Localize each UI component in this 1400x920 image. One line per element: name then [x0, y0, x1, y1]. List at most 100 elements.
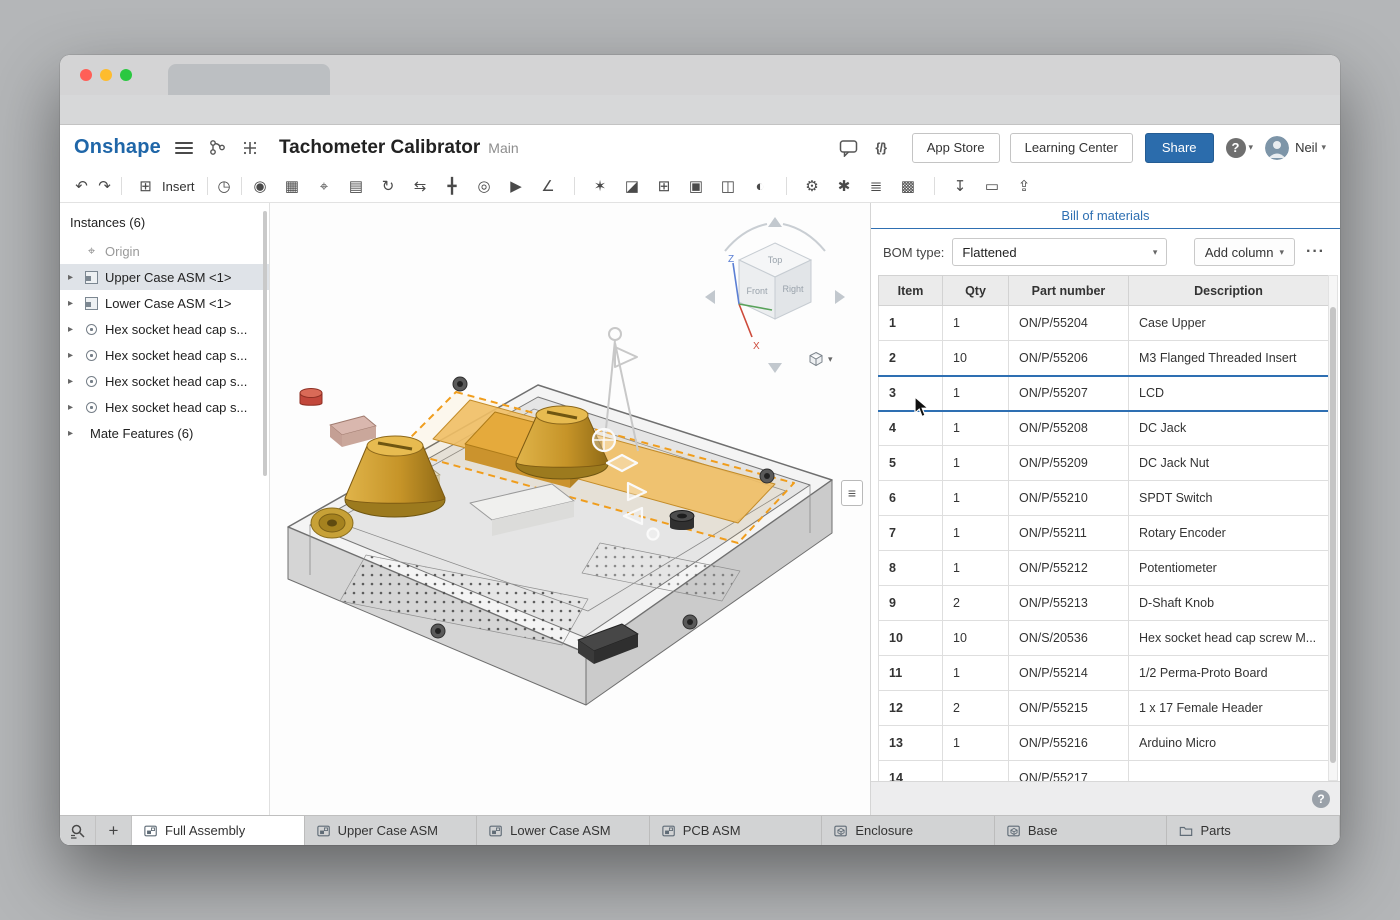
publish-icon[interactable]: ⇪: [1013, 179, 1036, 194]
tab-parts[interactable]: Parts: [1167, 816, 1340, 845]
bom-cell-qty[interactable]: 1: [943, 726, 1009, 761]
bom-cell-qty[interactable]: 10: [943, 621, 1009, 656]
add-tab-button[interactable]: +: [96, 816, 132, 845]
tab-base[interactable]: Base: [995, 816, 1168, 845]
bom-cell-desc[interactable]: Hex socket head cap screw M...: [1129, 621, 1329, 656]
tab-pcb-asm[interactable]: PCB ASM: [650, 816, 823, 845]
bom-cell-part[interactable]: ON/P/55212: [1009, 551, 1129, 586]
custom-features-icon[interactable]: ✱: [833, 179, 856, 194]
search-tabs-button[interactable]: [60, 816, 96, 845]
named-positions-icon[interactable]: ▣: [685, 179, 708, 194]
mate-icon[interactable]: ◉: [249, 179, 272, 194]
bom-cell-desc[interactable]: 1/2 Perma-Proto Board: [1129, 656, 1329, 691]
insert-button[interactable]: ⊞ Insert: [127, 179, 202, 194]
bom-cell-item[interactable]: 5: [879, 446, 943, 481]
tab-enclosure[interactable]: Enclosure: [822, 816, 995, 845]
bom-cell-item[interactable]: 10: [879, 621, 943, 656]
bom-cell-item[interactable]: 9: [879, 586, 943, 621]
bom-cell-desc[interactable]: [1129, 761, 1329, 782]
bom-cell-desc[interactable]: Case Upper: [1129, 306, 1329, 341]
arrange-icon[interactable]: ▩: [897, 179, 920, 194]
bom-cell-part[interactable]: ON/P/55207: [1009, 376, 1129, 411]
tab-upper-case-asm[interactable]: Upper Case ASM: [305, 816, 478, 845]
bom-cell-qty[interactable]: [943, 761, 1009, 782]
bom-cell-part[interactable]: ON/P/55215: [1009, 691, 1129, 726]
circular-pattern-icon[interactable]: ↻: [377, 179, 400, 194]
bom-cell-qty[interactable]: 1: [943, 446, 1009, 481]
undo-icon[interactable]: ↶: [70, 179, 93, 194]
table-row[interactable]: 31ON/P/55207LCD: [879, 376, 1329, 411]
bom-cell-part[interactable]: ON/P/55209: [1009, 446, 1129, 481]
chevron-right-icon[interactable]: ▸: [68, 272, 83, 283]
bom-cell-part[interactable]: ON/P/55211: [1009, 516, 1129, 551]
bom-cell-item[interactable]: 6: [879, 481, 943, 516]
bom-cell-part[interactable]: ON/P/55214: [1009, 656, 1129, 691]
replicate-icon[interactable]: ⇆: [409, 179, 432, 194]
bom-cell-qty[interactable]: 2: [943, 586, 1009, 621]
bom-cell-qty[interactable]: 1: [943, 516, 1009, 551]
bom-cell-item[interactable]: 12: [879, 691, 943, 726]
bom-column-header[interactable]: Item: [879, 276, 943, 306]
bom-cell-qty[interactable]: 10: [943, 341, 1009, 376]
bom-cell-qty[interactable]: 1: [943, 376, 1009, 411]
drawing-icon[interactable]: ▭: [981, 179, 1004, 194]
chevron-right-icon[interactable]: ▸: [68, 324, 83, 335]
learning-center-button[interactable]: Learning Center: [1010, 133, 1133, 163]
bom-cell-part[interactable]: ON/P/55217: [1009, 761, 1129, 782]
exploded-view-icon[interactable]: ✶: [589, 179, 612, 194]
table-row[interactable]: 14ON/P/55217: [879, 761, 1329, 782]
group-icon[interactable]: ▦: [281, 179, 304, 194]
tree-item[interactable]: ▸Mate Features (6): [60, 420, 269, 446]
bom-cell-qty[interactable]: 1: [943, 656, 1009, 691]
onshape-logo[interactable]: Onshape: [74, 136, 161, 159]
bom-cell-item[interactable]: 1: [879, 306, 943, 341]
animate-icon[interactable]: ▶: [505, 179, 528, 194]
help-icon[interactable]: ?: [1226, 138, 1246, 158]
bom-cell-desc[interactable]: M3 Flanged Threaded Insert: [1129, 341, 1329, 376]
chevron-right-icon[interactable]: ▸: [68, 298, 83, 309]
table-row[interactable]: 61ON/P/55210SPDT Switch: [879, 481, 1329, 516]
chevron-right-icon[interactable]: ▸: [68, 402, 83, 413]
help-icon[interactable]: ?: [1312, 790, 1330, 808]
chevron-right-icon[interactable]: ▸: [68, 376, 83, 387]
bom-cell-part[interactable]: ON/P/55206: [1009, 341, 1129, 376]
bom-cell-part[interactable]: ON/P/55210: [1009, 481, 1129, 516]
bom-scrollbar-thumb[interactable]: [1330, 307, 1336, 763]
table-row[interactable]: 11ON/P/55204Case Upper: [879, 306, 1329, 341]
table-row[interactable]: 210ON/P/55206M3 Flanged Threaded Insert: [879, 341, 1329, 376]
table-row[interactable]: 41ON/P/55208DC Jack: [879, 411, 1329, 446]
bom-type-select[interactable]: Flattened ▾: [952, 238, 1167, 266]
bom-cell-qty[interactable]: 1: [943, 411, 1009, 446]
bom-column-header[interactable]: Qty: [943, 276, 1009, 306]
bom-cell-desc[interactable]: SPDT Switch: [1129, 481, 1329, 516]
measure-icon[interactable]: ∠: [537, 179, 560, 194]
tree-item[interactable]: ▸Lower Case ASM <1>: [60, 290, 269, 316]
viewcube-front-label[interactable]: Front: [746, 286, 768, 296]
bom-cell-desc[interactable]: Arduino Micro: [1129, 726, 1329, 761]
insert-element-icon[interactable]: [239, 137, 261, 159]
tree-item[interactable]: ▸Hex socket head cap s...: [60, 394, 269, 420]
revert-history-icon[interactable]: ◷: [213, 179, 236, 194]
avatar[interactable]: [1265, 136, 1289, 160]
tab-full-assembly[interactable]: Full Assembly: [132, 816, 305, 845]
bom-cell-desc[interactable]: 1 x 17 Female Header: [1129, 691, 1329, 726]
table-row[interactable]: 51ON/P/55209DC Jack Nut: [879, 446, 1329, 481]
bom-cell-part[interactable]: ON/P/55204: [1009, 306, 1129, 341]
tab-lower-case-asm[interactable]: Lower Case ASM: [477, 816, 650, 845]
bom-cell-item[interactable]: 7: [879, 516, 943, 551]
snap-mode-icon[interactable]: ◎: [473, 179, 496, 194]
table-row[interactable]: 71ON/P/55211Rotary Encoder: [879, 516, 1329, 551]
bom-cell-desc[interactable]: Rotary Encoder: [1129, 516, 1329, 551]
table-row[interactable]: 81ON/P/55212Potentiometer: [879, 551, 1329, 586]
viewport-3d[interactable]: Top Front Right Z X: [270, 203, 870, 815]
tree-item[interactable]: ▸Upper Case ASM <1>: [60, 264, 269, 290]
tree-item[interactable]: ▸Hex socket head cap s...: [60, 342, 269, 368]
share-button[interactable]: Share: [1145, 133, 1214, 163]
chevron-right-icon[interactable]: ▸: [68, 428, 83, 439]
bom-cell-item[interactable]: 2: [879, 341, 943, 376]
table-row[interactable]: 1010ON/S/20536Hex socket head cap screw …: [879, 621, 1329, 656]
table-row[interactable]: 92ON/P/55213D-Shaft Knob: [879, 586, 1329, 621]
featurescript-icon[interactable]: {/}: [870, 137, 892, 159]
bom-cell-qty[interactable]: 1: [943, 306, 1009, 341]
bom-cell-item[interactable]: 11: [879, 656, 943, 691]
